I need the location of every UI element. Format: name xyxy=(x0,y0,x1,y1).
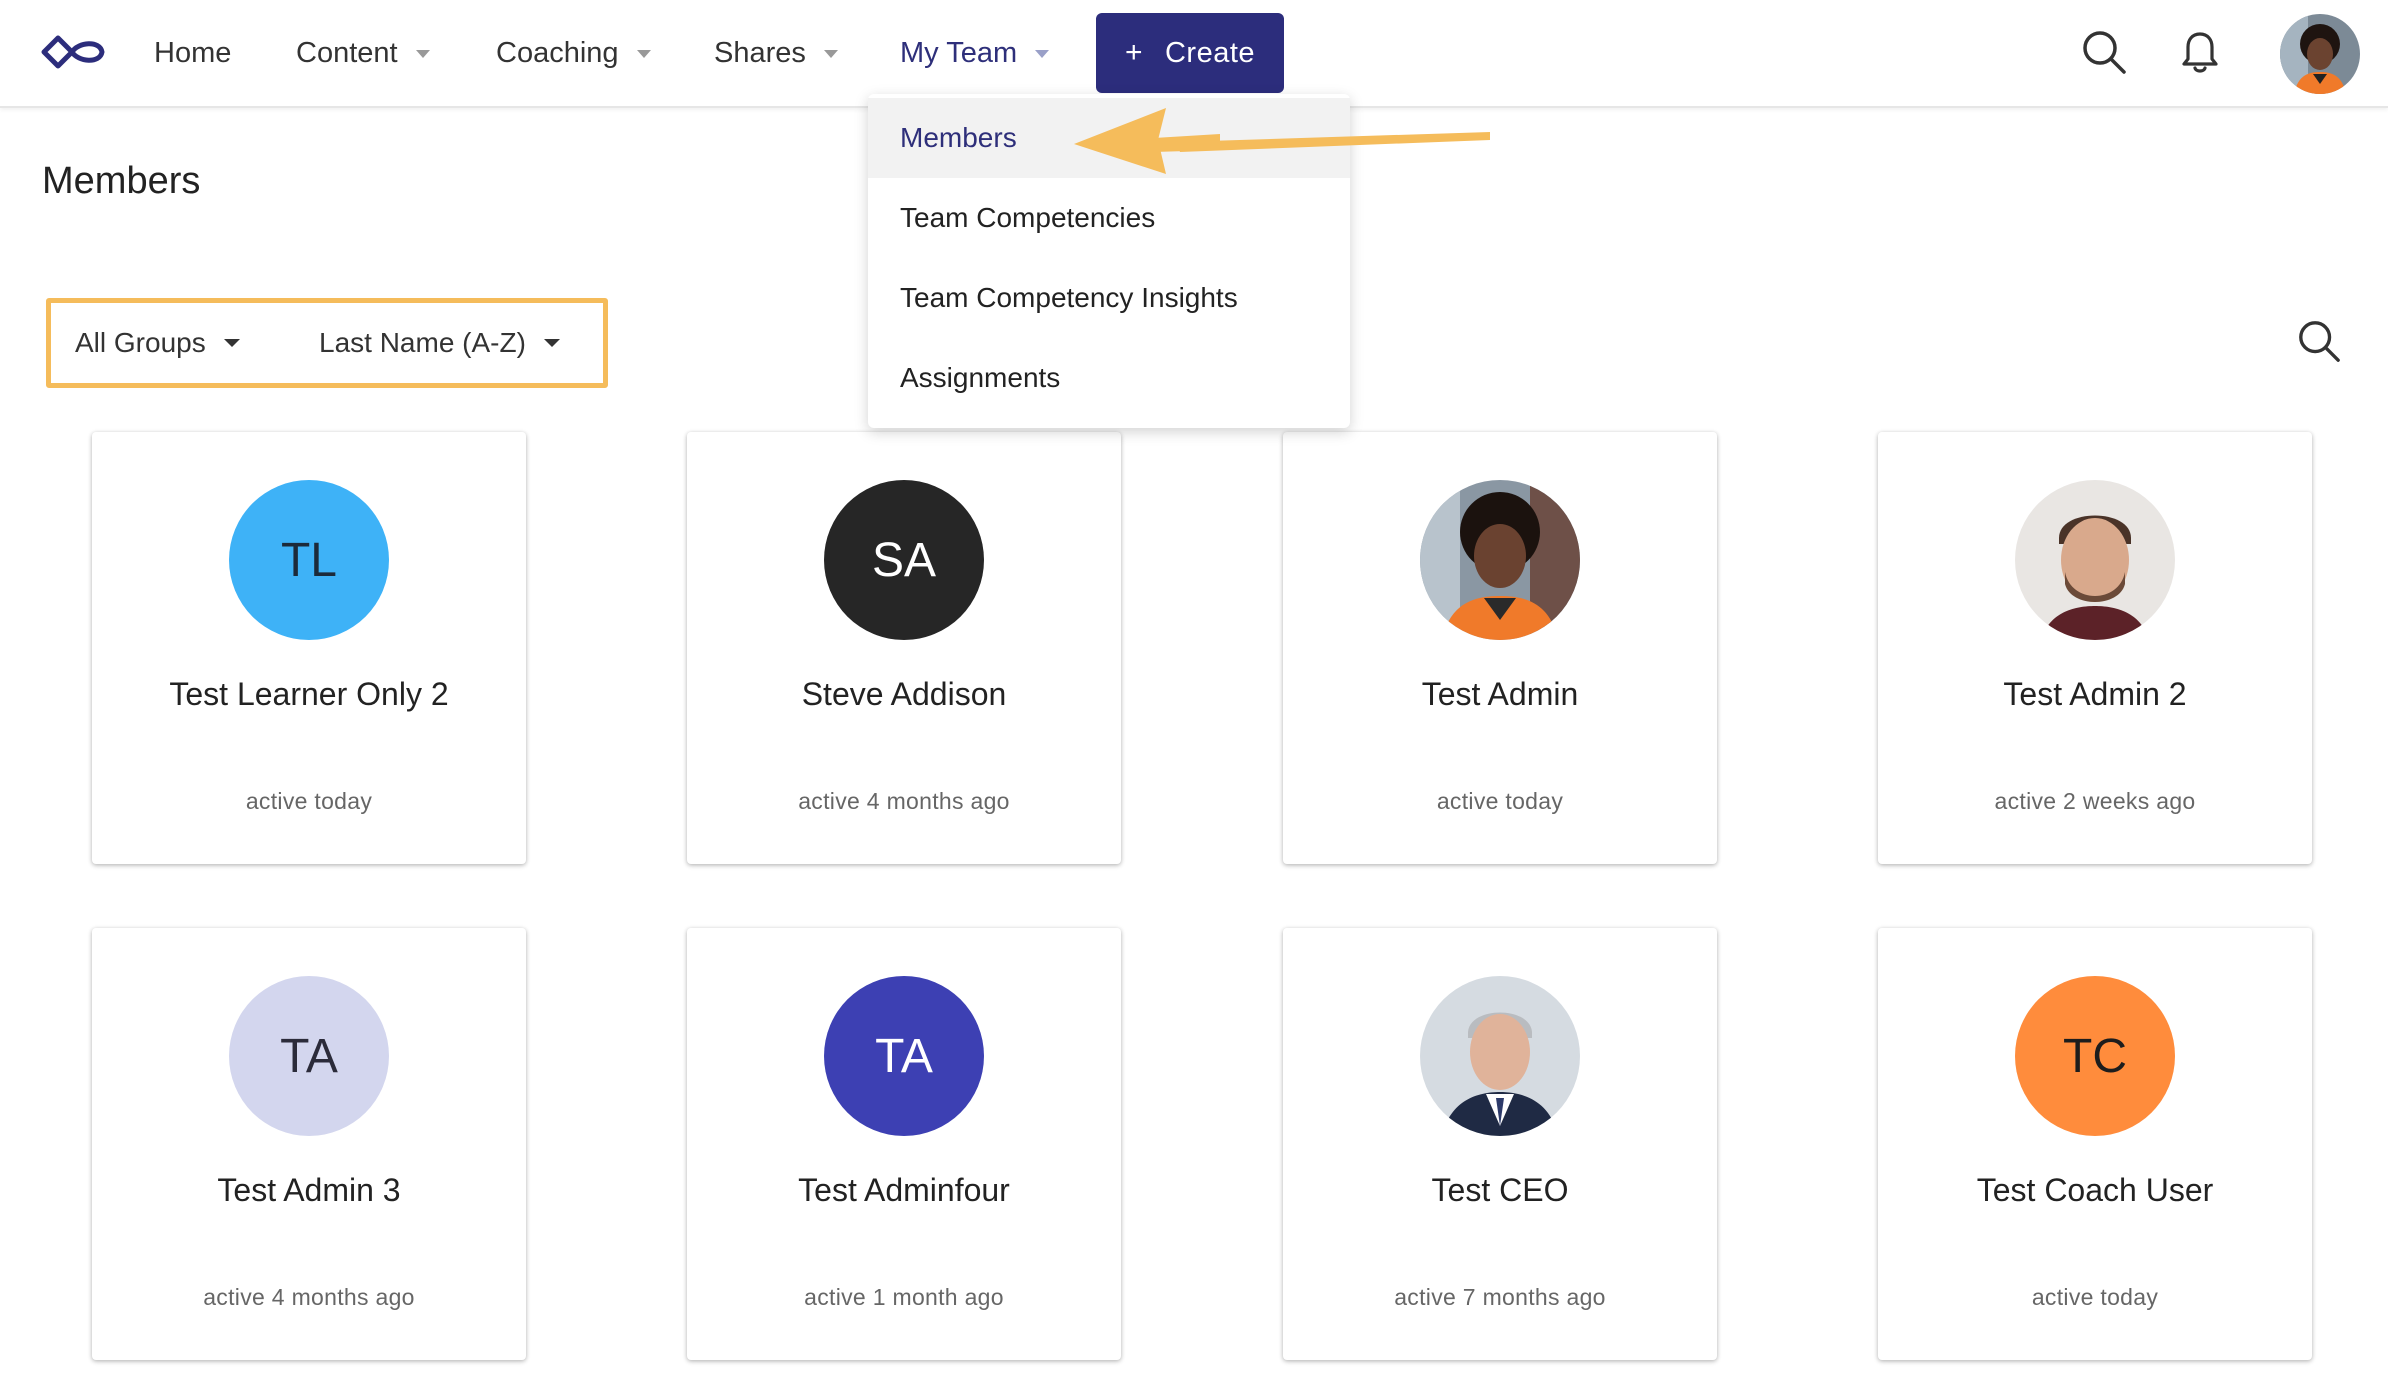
member-activity-status: active today xyxy=(1436,788,1564,814)
member-activity-status: active 4 months ago xyxy=(798,788,1010,814)
member-activity-status: active today xyxy=(2031,1284,2159,1310)
caret-down-icon xyxy=(636,50,651,58)
caret-down-icon xyxy=(1035,50,1050,58)
nav-my-team-label: My Team xyxy=(900,36,1018,69)
caret-down-icon xyxy=(543,339,560,347)
member-name: Test Admin 2 xyxy=(2003,676,2187,712)
member-photo-icon xyxy=(1420,976,1580,1136)
annotation-arrow-icon xyxy=(1074,108,1490,174)
member-card[interactable]: TL Test Learner Only 2 active today xyxy=(92,432,526,864)
member-initials: TA xyxy=(875,1029,933,1083)
user-avatar-photo-icon xyxy=(2280,14,2360,94)
nav-coaching-label: Coaching xyxy=(496,36,619,69)
notifications-bell-icon[interactable] xyxy=(2176,28,2224,76)
member-card[interactable]: Test Admin 2 active 2 weeks ago xyxy=(1878,432,2312,864)
brand-logo-icon[interactable] xyxy=(38,32,108,72)
member-card[interactable]: TC Test Coach User active today xyxy=(1878,928,2312,1360)
member-avatar xyxy=(2015,480,2175,640)
member-activity-status: active 7 months ago xyxy=(1394,1284,1606,1310)
nav-shares-label: Shares xyxy=(714,36,806,69)
member-avatar: TL xyxy=(229,480,389,640)
member-name: Test Admin xyxy=(1421,676,1579,712)
member-avatar: TA xyxy=(824,976,984,1136)
member-name: Test Coach User xyxy=(1976,1172,2214,1208)
member-card[interactable]: TA Test Admin 3 active 4 months ago xyxy=(92,928,526,1360)
nav-shares[interactable]: Shares xyxy=(714,30,838,76)
member-initials: TC xyxy=(2063,1029,2127,1083)
group-filter-value: All Groups xyxy=(75,327,206,358)
member-photo-icon xyxy=(1420,480,1580,640)
member-card[interactable]: TA Test Adminfour active 1 month ago xyxy=(687,928,1121,1360)
menu-item-assignments-label: Assignments xyxy=(900,362,1061,393)
sort-dropdown[interactable]: Last Name (A-Z) xyxy=(319,303,560,383)
nav-coaching[interactable]: Coaching xyxy=(496,30,651,76)
group-filter-dropdown[interactable]: All Groups xyxy=(75,303,240,383)
member-activity-status: active 2 weeks ago xyxy=(1994,788,2196,814)
sort-value: Last Name (A-Z) xyxy=(319,327,526,358)
nav-my-team[interactable]: My Team xyxy=(900,30,1050,76)
nav-content[interactable]: Content xyxy=(296,30,430,76)
member-name: Test CEO xyxy=(1431,1172,1569,1208)
menu-item-team-competency-insights[interactable]: Team Competency Insights xyxy=(868,258,1350,338)
menu-item-assignments[interactable]: Assignments xyxy=(868,338,1350,418)
member-card[interactable]: Test Admin active today xyxy=(1283,432,1717,864)
member-activity-status: active 4 months ago xyxy=(203,1284,415,1310)
caret-down-icon xyxy=(223,339,240,347)
filters-highlight: All Groups Last Name (A-Z) xyxy=(46,298,608,388)
member-activity-status: active 1 month ago xyxy=(804,1284,1004,1310)
member-avatar xyxy=(1420,480,1580,640)
top-navigation-bar: Home Content Coaching Shares My Team + C… xyxy=(0,0,2388,108)
menu-item-team-competencies-label: Team Competencies xyxy=(900,202,1156,233)
member-activity-status: active today xyxy=(245,788,373,814)
nav-home[interactable]: Home xyxy=(154,30,231,76)
member-initials: SA xyxy=(871,533,937,587)
menu-item-team-competencies[interactable]: Team Competencies xyxy=(868,178,1350,258)
member-initials: TL xyxy=(280,533,337,587)
menu-item-members-label: Members xyxy=(900,122,1017,153)
create-button-label: Create xyxy=(1164,36,1256,69)
member-card[interactable]: Test CEO active 7 months ago xyxy=(1283,928,1717,1360)
page-title: Members xyxy=(42,160,201,202)
member-avatar: TA xyxy=(229,976,389,1136)
member-name: Test Learner Only 2 xyxy=(169,676,449,712)
member-search-icon[interactable] xyxy=(2296,318,2342,364)
plus-icon: + xyxy=(1124,36,1143,69)
nav-content-label: Content xyxy=(296,36,398,69)
caret-down-icon xyxy=(415,50,430,58)
member-initials: TA xyxy=(280,1029,338,1083)
menu-item-team-competency-insights-label: Team Competency Insights xyxy=(900,282,1238,313)
member-name: Test Admin 3 xyxy=(217,1172,401,1208)
user-avatar[interactable] xyxy=(2280,14,2360,94)
member-avatar xyxy=(1420,976,1580,1136)
member-avatar: TC xyxy=(2015,976,2175,1136)
nav-home-label: Home xyxy=(154,36,232,69)
member-card[interactable]: SA Steve Addison active 4 months ago xyxy=(687,432,1121,864)
search-icon[interactable] xyxy=(2080,28,2128,76)
caret-down-icon xyxy=(823,50,838,58)
create-button[interactable]: + Create xyxy=(1096,13,1284,93)
member-name: Steve Addison xyxy=(801,676,1007,712)
member-avatar: SA xyxy=(824,480,984,640)
member-name: Test Adminfour xyxy=(798,1172,1010,1208)
member-photo-icon xyxy=(2015,480,2175,640)
